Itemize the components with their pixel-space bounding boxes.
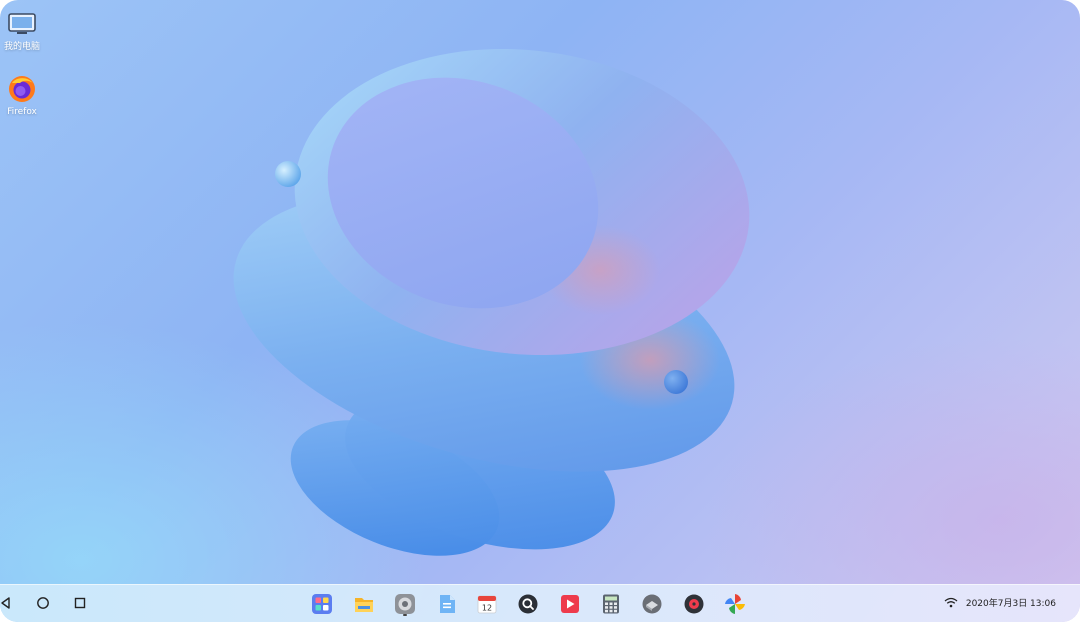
installer-icon [642, 594, 662, 614]
taskbar-app-file-manager[interactable] [352, 592, 376, 616]
taskbar-app-calendar[interactable]: 12 [475, 592, 499, 616]
file-manager-icon [355, 598, 373, 612]
firefox-icon [9, 76, 35, 102]
taskbar-app-documents[interactable] [435, 592, 459, 616]
taskbar-app-installer[interactable] [640, 592, 664, 616]
wifi-icon[interactable] [944, 597, 958, 608]
home-icon [37, 597, 49, 609]
pinwheel-icon [725, 594, 745, 614]
music-player-icon [684, 594, 704, 614]
document-icon [440, 595, 455, 613]
video-player-icon [561, 595, 579, 613]
back-button[interactable] [0, 593, 16, 613]
taskbar-app-pinwheel[interactable] [723, 592, 747, 616]
search-app-icon [518, 594, 538, 614]
taskbar-app-settings[interactable] [393, 592, 417, 616]
wallpaper-art [233, 48, 750, 556]
desktop-icon-my-computer[interactable]: 我的电脑 [0, 12, 46, 52]
desktop-icon-label: 我的电脑 [3, 42, 40, 52]
desktop-screen: 我的电脑 Firefox 12 2020年7月3日 13:06 [0, 0, 1080, 622]
back-icon [1, 597, 10, 609]
recents-button[interactable] [70, 593, 90, 613]
calendar-icon: 12 [477, 595, 497, 614]
clock-label[interactable]: 2020年7月3日 13:06 [966, 596, 1056, 609]
computer-icon [8, 13, 36, 34]
calendar-day-text: 12 [482, 604, 492, 613]
taskbar-app-calculator[interactable] [599, 592, 623, 616]
settings-icon [395, 594, 415, 614]
active-app-indicator [403, 614, 407, 616]
desktop-icon-firefox[interactable]: Firefox [0, 74, 46, 117]
taskbar-app-video[interactable] [558, 592, 582, 616]
taskbar: 12 2020年7月3日 13:06 [0, 584, 1080, 622]
taskbar-app-search[interactable] [516, 592, 540, 616]
recents-icon [74, 597, 86, 609]
app-grid-icon [312, 594, 332, 614]
system-tray: 2020年7月3日 13:06 [944, 596, 1056, 609]
taskbar-app-grid[interactable] [310, 592, 334, 616]
calculator-icon [603, 594, 619, 614]
taskbar-app-music[interactable] [682, 592, 706, 616]
desktop-icon-label: Firefox [7, 107, 37, 117]
home-button[interactable] [33, 593, 53, 613]
